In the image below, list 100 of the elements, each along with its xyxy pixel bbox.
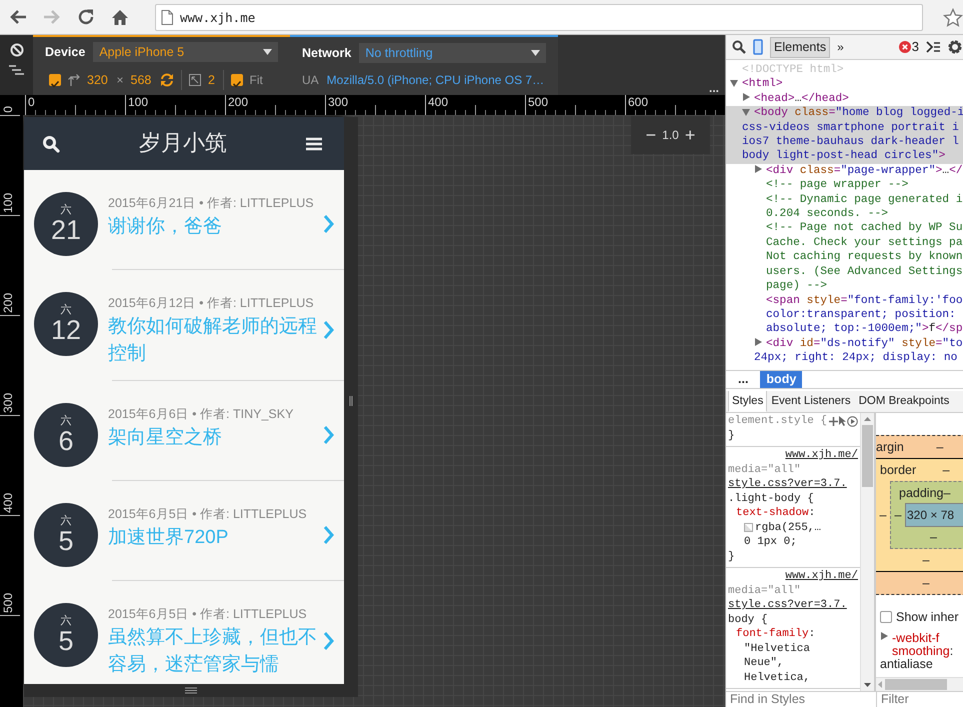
pixel-ratio-field[interactable]: 2: [208, 70, 216, 90]
dom-line[interactable]: <html>: [726, 77, 963, 92]
dom-line[interactable]: 0.204 seconds. -->: [726, 207, 963, 222]
menu-icon[interactable]: [306, 136, 322, 150]
color-swatch[interactable]: [744, 523, 753, 532]
ruler-label: 100: [128, 95, 148, 109]
box-value: –: [922, 574, 930, 592]
breadcrumb-item[interactable]: ...: [732, 371, 754, 388]
ruler-label: 400: [2, 492, 15, 515]
dom-line[interactable]: <div id="ds-notify" style="to: [726, 336, 963, 352]
expand-arrow-icon[interactable]: [742, 93, 751, 102]
source-link[interactable]: www.xjh.me/: [785, 569, 858, 584]
block-icon[interactable]: [10, 43, 24, 57]
dom-line[interactable]: Cache. Check your settings pa: [726, 236, 963, 250]
property-value: rgba(255,…: [755, 520, 822, 535]
more-tabs-button[interactable]: »: [837, 38, 844, 56]
scroll-down-icon[interactable]: [864, 683, 871, 687]
post-meta: 2015年6月21日 • 作者: LITTLEPLUS: [108, 196, 315, 211]
home-icon[interactable]: [111, 8, 129, 26]
zoom-value: 1.0: [662, 127, 679, 144]
rotate-icon[interactable]: [160, 73, 174, 87]
property-value: Neue",: [744, 656, 784, 670]
network-label: Network: [302, 44, 352, 62]
rule-selector: element.style {: [728, 414, 828, 428]
rule-selector: body {: [728, 612, 769, 627]
box-label: argin: [876, 438, 904, 456]
day-number: 5: [58, 527, 74, 555]
scroll-thumb[interactable]: [862, 425, 873, 487]
property-name: font-family:: [735, 627, 816, 642]
star-icon[interactable]: [943, 8, 963, 26]
grip-icon: [349, 396, 353, 406]
media-query: media="all": [728, 584, 802, 598]
collapse-arrow-icon[interactable]: [742, 108, 751, 117]
expand-arrow-icon[interactable]: [754, 338, 763, 348]
source-link[interactable]: www.xjh.me/: [785, 448, 858, 462]
dom-line[interactable]: absolute; top:-1000em;">f</sp: [726, 322, 963, 337]
box-value: –: [942, 462, 951, 479]
sidebar-tab[interactable]: Styles: [728, 391, 768, 412]
dom-line[interactable]: <span style="font-family:'foo: [726, 294, 963, 308]
ruler-label: 0: [2, 106, 15, 115]
search-icon[interactable]: [732, 40, 746, 54]
back-icon[interactable]: [9, 9, 27, 25]
resolution-checkbox[interactable]: [49, 74, 61, 86]
dom-line[interactable]: <!-- page wrapper -->: [726, 178, 963, 193]
ruler-label: 300: [2, 392, 15, 415]
drawer-icon[interactable]: [8, 65, 24, 77]
device-dropdown[interactable]: Apple iPhone 5: [93, 42, 278, 62]
box-value: –: [929, 528, 938, 546]
sidebar-tab[interactable]: DOM Breakpoints: [854, 391, 954, 412]
fit-checkbox[interactable]: [230, 74, 243, 86]
expand-arrow-icon[interactable]: [754, 165, 763, 174]
plus-icon[interactable]: [829, 416, 838, 426]
property-value: Helvetica,: [744, 670, 810, 685]
dom-line[interactable]: color:transparent; position:: [726, 308, 963, 322]
dom-line[interactable]: <head>…</head>: [726, 92, 963, 106]
reload-icon[interactable]: [77, 8, 95, 26]
dom-line[interactable]: 24px; right: 24px; display: no: [726, 351, 963, 366]
resize-handle[interactable]: [344, 117, 358, 684]
height-field[interactable]: 568: [130, 70, 154, 90]
scroll-thumb[interactable]: [885, 678, 947, 690]
source-link[interactable]: style.css?ver=3.7.: [728, 598, 847, 612]
source-link[interactable]: style.css?ver=3.7.: [728, 477, 847, 492]
grip-icon: [185, 687, 197, 694]
panel-tab[interactable]: Elements: [770, 36, 830, 58]
scroll-up-icon[interactable]: [864, 417, 871, 421]
collapse-arrow-icon[interactable]: [730, 78, 739, 88]
weekday: 六: [60, 304, 72, 316]
box-value: –: [878, 506, 888, 524]
expand-arrow-icon[interactable]: [880, 632, 888, 640]
resize-handle[interactable]: [24, 684, 358, 697]
weekday: 六: [60, 204, 72, 216]
dom-line[interactable]: page) -->: [726, 279, 963, 294]
breadcrumb-item[interactable]: body: [760, 371, 802, 388]
error-count[interactable]: 3: [912, 37, 919, 57]
zoom-in-button[interactable]: +: [684, 126, 696, 144]
ruler-label: 200: [228, 95, 248, 109]
dom-line[interactable]: users. (See Advanced Settings: [726, 264, 963, 280]
search-icon[interactable]: [42, 134, 60, 152]
sidebar-tab[interactable]: Event Listeners: [767, 391, 855, 412]
phone-icon[interactable]: [753, 39, 763, 55]
ruler-label: 100: [2, 192, 15, 215]
dom-line[interactable]: <!-- Dynamic page generated i: [726, 192, 963, 208]
post-meta: 2015年6月12日 • 作者: LITTLEPLUS: [108, 296, 315, 311]
post-meta: 2015年6月5日 • 作者: LITTLEPLUS: [108, 507, 308, 522]
user-agent-value: Mozilla/5.0 (iPhone; CPU iPhone OS 7…: [326, 72, 544, 89]
device-label: Device: [45, 44, 86, 61]
dom-line[interactable]: Not caching requests by known: [726, 250, 963, 265]
settings-icon[interactable]: [947, 39, 963, 55]
console-icon[interactable]: [926, 41, 940, 53]
play-icon[interactable]: [847, 416, 858, 427]
show-inherited-checkbox[interactable]: [880, 611, 892, 624]
dom-line[interactable]: <div class="page-wrapper">…</: [726, 164, 963, 178]
dom-line[interactable]: <!-- Page not cached by WP Su: [726, 221, 963, 236]
address-field[interactable]: www.xjh.me: [155, 4, 923, 30]
cursor-icon[interactable]: [838, 416, 847, 426]
times-sign: ×: [116, 72, 124, 89]
ruler-label: 400: [428, 95, 448, 109]
more-button[interactable]: ...: [708, 81, 719, 95]
width-field[interactable]: 320: [87, 70, 110, 90]
zoom-out-button[interactable]: −: [646, 126, 656, 144]
